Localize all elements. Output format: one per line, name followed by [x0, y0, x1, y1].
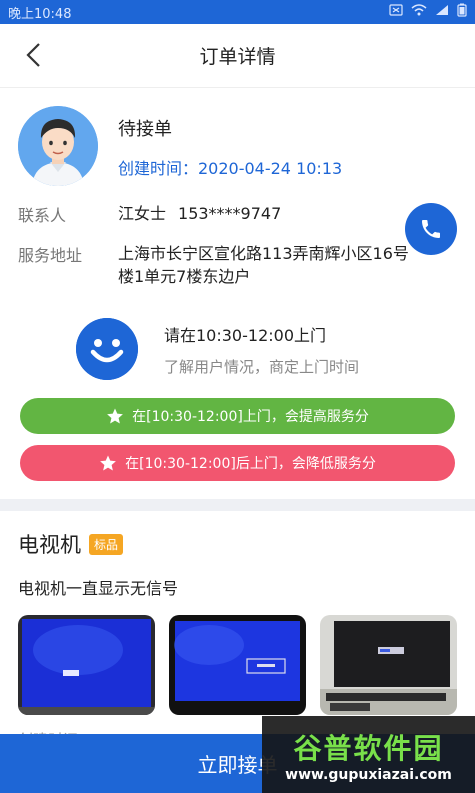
- address-label: 服务地址: [18, 246, 83, 265]
- status-bar: 晚上10:48: [0, 0, 475, 24]
- photo-list: [18, 615, 457, 715]
- contact-row: 联系人 江女士 153****9747: [18, 202, 457, 226]
- photo-thumbnail[interactable]: [169, 615, 306, 715]
- order-head-text: 待接单 创建时间：2020-04-24 10:13: [118, 113, 457, 179]
- visit-tip: 请在10:30-12:00上门 了解用户情况，商定上门时间: [76, 318, 457, 380]
- watermark-url: www.gupuxiazai.com: [285, 766, 452, 783]
- order-card: 待接单 创建时间：2020-04-24 10:13 联系人 江女士 153****…: [0, 88, 475, 380]
- product-description: 电视机一直显示无信号: [18, 579, 179, 598]
- call-button[interactable]: [405, 203, 457, 255]
- watermark: 谷普软件园 www.gupuxiazai.com: [262, 716, 475, 793]
- phone-icon: [422, 220, 440, 238]
- photo-thumbnail[interactable]: [320, 615, 457, 715]
- order-status: 待接单: [118, 119, 172, 140]
- on-time-pill[interactable]: 在[10:30-12:00]上门，会提高服务分: [20, 398, 455, 434]
- product-badge: 标品: [89, 533, 124, 555]
- battery-icon: [457, 3, 467, 21]
- order-header: 待接单 创建时间：2020-04-24 10:13: [18, 106, 457, 186]
- watermark-title: 谷普软件园: [293, 731, 444, 765]
- signal-icon: [435, 4, 449, 20]
- tip-subtitle: 了解用户情况，商定上门时间: [164, 357, 360, 376]
- nav-bar: 订单详情: [0, 24, 475, 88]
- status-icons: [389, 3, 467, 21]
- on-time-text: 在[10:30-12:00]上门，会提高服务分: [132, 409, 369, 425]
- contact-name: 江女士: [118, 204, 167, 223]
- smile-icon: [76, 318, 138, 380]
- tip-text: 请在10:30-12:00上门 了解用户情况，商定上门时间: [164, 322, 359, 377]
- late-pill[interactable]: 在[10:30-12:00]后上门，会降低服务分: [20, 445, 455, 481]
- page-title: 订单详情: [199, 46, 276, 68]
- star-icon: [99, 454, 117, 472]
- tip-title: 请在10:30-12:00上门: [164, 325, 326, 345]
- order-created-time: 创建时间：2020-04-24 10:13: [118, 159, 343, 178]
- product-name: 电视机: [18, 533, 81, 557]
- photo-thumbnail[interactable]: [18, 615, 155, 715]
- address-line2: 楼1单元7楼东边户: [118, 267, 251, 286]
- status-time: 晚上10:48: [8, 6, 72, 22]
- late-text: 在[10:30-12:00]后上门，会降低服务分: [125, 456, 376, 472]
- address-value: 上海市长宁区宣化路113弄南辉小区16号 楼1单元7楼东边户: [118, 242, 409, 288]
- sim-icon: [389, 4, 403, 20]
- product-section: 电视机 标品 电视机一直显示无信号: [0, 511, 475, 750]
- contact-label: 联系人: [18, 206, 67, 225]
- avatar: [18, 106, 98, 186]
- product-header: 电视机 标品: [18, 529, 457, 559]
- star-icon: [106, 407, 124, 425]
- address-row: 服务地址 上海市长宁区宣化路113弄南辉小区16号 楼1单元7楼东边户: [18, 242, 457, 288]
- contact-value: 江女士 153****9747: [118, 202, 281, 226]
- wifi-icon: [411, 4, 427, 20]
- contact-phone: 153****9747: [178, 204, 282, 223]
- back-button[interactable]: [18, 40, 48, 70]
- chevron-left-icon: [26, 43, 40, 67]
- address-line1: 上海市长宁区宣化路113弄南辉小区16号: [118, 244, 409, 263]
- section-divider: [0, 499, 475, 511]
